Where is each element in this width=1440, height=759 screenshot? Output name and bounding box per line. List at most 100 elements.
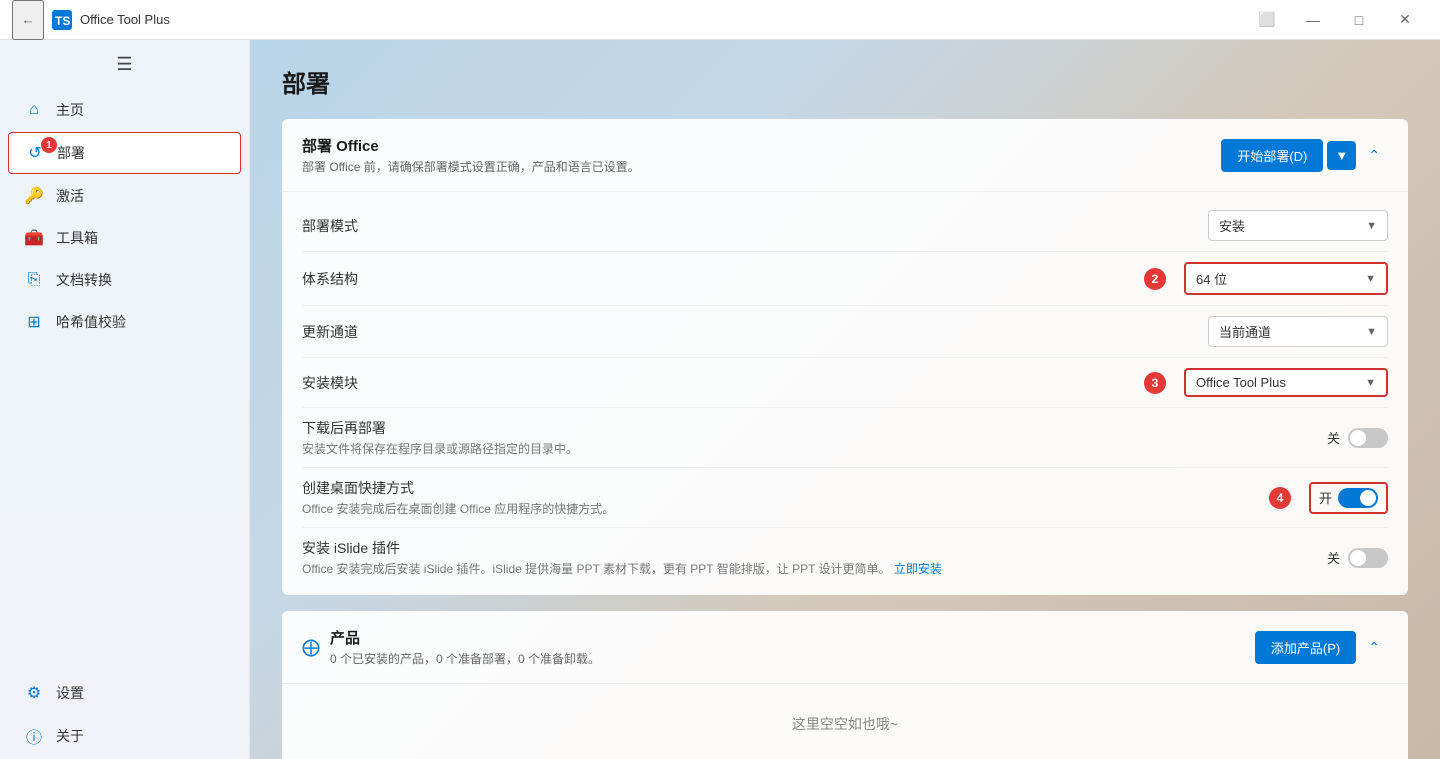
deploy-mode-dropdown[interactable]: 安装 ▼ [1208,210,1388,241]
start-deploy-button[interactable]: 开始部署(D) [1221,139,1323,172]
window-controls: ⬜ — □ ✕ [1244,0,1428,40]
install-module-box: Office Tool Plus ▼ [1184,368,1388,397]
products-subtitle: 0 个已安装的产品，0 个准备部署，0 个准备卸载。 [330,650,1255,667]
deploy-office-card: 部署 Office 部署 Office 前，请确保部署模式设置正确，产品和语言已… [282,119,1408,595]
deploy-office-header: 部署 Office 部署 Office 前，请确保部署模式设置正确，产品和语言已… [282,119,1408,192]
islide-toggle-wrap: 关 [1327,548,1388,568]
deploy-mode-arrow: ▼ [1366,220,1377,232]
islide-install-link[interactable]: 立即安装 [894,562,942,576]
start-deploy-dropdown-button[interactable]: ▼ [1327,141,1356,170]
titlebar: ← TS Office Tool Plus ⬜ — □ ✕ [0,0,1440,40]
back-icon: ← [21,12,34,27]
download-redeploy-label: 下载后再部署 安装文件将保存在程序目录或源路径指定的目录中。 [302,418,1327,457]
setting-row-create-shortcut: 创建桌面快捷方式 Office 安装完成后在桌面创建 Office 应用程序的快… [302,468,1388,528]
architecture-box: 64 位 ▼ [1184,262,1388,295]
deploy-card-collapse-button[interactable]: ⌃ [1360,143,1388,168]
sidebar-item-activate-label: 激活 [56,186,84,206]
page-title: 部署 [282,64,1408,99]
products-empty-text: 这里空空如也哦~ [792,716,898,732]
products-card: ⨁ 产品 0 个已安装的产品，0 个准备部署，0 个准备卸载。 添加产品(P) … [282,611,1408,759]
update-channel-label: 更新通道 [302,322,1208,342]
sidebar-item-tools-label: 工具箱 [56,228,98,248]
create-shortcut-label: 创建桌面快捷方式 Office 安装完成后在桌面创建 Office 应用程序的快… [302,478,1269,517]
install-module-arrow: ▼ [1365,377,1376,389]
sidebar: ☰ ⌂ 主页 ↺ 部署 1 🔑 激活 🧰 工具箱 ⎘ 文档转换 [0,40,250,759]
deploy-office-title: 部署 Office [302,135,1221,156]
activate-icon: 🔑 [24,186,44,206]
main-content: 部署 部署 Office 部署 Office 前，请确保部署模式设置正确，产品和… [250,40,1440,759]
deploy-mode-control: 安装 ▼ [1208,210,1388,241]
close-button[interactable]: ✕ [1382,0,1428,40]
products-card-collapse-button[interactable]: ⌃ [1360,635,1388,660]
architecture-badge: 2 [1144,268,1166,290]
islide-toggle[interactable] [1348,548,1388,568]
sidebar-item-tools[interactable]: 🧰 工具箱 [8,218,241,258]
home-icon: ⌂ [24,101,44,119]
download-redeploy-control: 关 [1327,428,1388,448]
sidebar-content: ☰ ⌂ 主页 ↺ 部署 1 🔑 激活 🧰 工具箱 ⎘ 文档转换 [0,40,249,759]
sidebar-item-settings[interactable]: ⚙ 设置 [8,673,241,713]
app-icon: TS [52,10,72,30]
svg-text:TS: TS [55,14,70,28]
sidebar-item-home-label: 主页 [56,100,84,120]
install-module-label: 安装模块 [302,373,1144,393]
sidebar-item-hash[interactable]: ⊞ 哈希值校验 [8,302,241,342]
islide-label: 安装 iSlide 插件 Office 安装完成后安装 iSlide 插件。iS… [302,538,1327,577]
install-module-value: Office Tool Plus [1196,375,1286,390]
products-empty: 这里空空如也哦~ [282,683,1408,759]
update-channel-control: 当前通道 ▼ [1208,316,1388,347]
setting-row-architecture: 体系结构 2 64 位 ▼ [302,252,1388,306]
create-shortcut-thumb [1360,490,1376,506]
update-channel-value: 当前通道 [1219,322,1271,341]
sidebar-item-settings-label: 设置 [56,683,84,703]
tools-icon: 🧰 [24,228,44,248]
download-redeploy-toggle-wrap: 关 [1327,428,1388,448]
install-module-dropdown[interactable]: Office Tool Plus ▼ [1186,370,1386,395]
sidebar-item-about[interactable]: ⓘ 关于 [8,714,241,758]
sidebar-item-hash-label: 哈希值校验 [56,312,126,332]
islide-thumb [1350,550,1366,566]
minimize-button[interactable]: — [1290,0,1336,40]
deploy-office-header-text: 部署 Office 部署 Office 前，请确保部署模式设置正确，产品和语言已… [302,135,1221,175]
architecture-control: 2 64 位 ▼ [1144,262,1388,295]
main-area: 部署 部署 Office 部署 Office 前，请确保部署模式设置正确，产品和… [250,40,1440,759]
create-shortcut-toggle[interactable] [1338,488,1378,508]
architecture-dropdown[interactable]: 64 位 ▼ [1186,264,1386,293]
about-icon: ⓘ [24,724,44,748]
back-button[interactable]: ← [12,0,44,40]
sidebar-bottom: ⚙ 设置 ⓘ 关于 [0,672,249,759]
download-redeploy-toggle[interactable] [1348,428,1388,448]
hash-icon: ⊞ [24,312,44,332]
maximize-button[interactable]: □ [1336,0,1382,40]
deploy-mode-value: 安装 [1219,216,1245,235]
sidebar-item-home[interactable]: ⌂ 主页 [8,90,241,130]
architecture-arrow: ▼ [1365,273,1376,285]
sidebar-item-activate[interactable]: 🔑 激活 [8,176,241,216]
sidebar-item-deploy-label: 部署 [57,143,85,163]
app-body: ☰ ⌂ 主页 ↺ 部署 1 🔑 激活 🧰 工具箱 ⎘ 文档转换 [0,40,1440,759]
restore-button[interactable]: ⬜ [1244,0,1290,40]
products-header: ⨁ 产品 0 个已安装的产品，0 个准备部署，0 个准备卸载。 添加产品(P) … [282,611,1408,683]
install-module-control: 3 Office Tool Plus ▼ [1144,368,1388,397]
setting-row-install-module: 安装模块 3 Office Tool Plus ▼ [302,358,1388,408]
sidebar-item-deploy[interactable]: ↺ 部署 1 [8,132,241,174]
update-channel-arrow: ▼ [1366,326,1377,338]
add-product-button[interactable]: 添加产品(P) [1255,631,1356,664]
architecture-label: 体系结构 [302,269,1144,289]
settings-icon: ⚙ [24,683,44,703]
deploy-office-subtitle: 部署 Office 前，请确保部署模式设置正确，产品和语言已设置。 [302,158,1221,175]
products-actions: 添加产品(P) ⌃ [1255,631,1388,664]
deploy-mode-label: 部署模式 [302,216,1208,236]
download-redeploy-thumb [1350,430,1366,446]
menu-toggle-button[interactable]: ☰ [0,40,249,89]
sidebar-item-convert[interactable]: ⎘ 文档转换 [8,260,241,300]
update-channel-dropdown[interactable]: 当前通道 ▼ [1208,316,1388,347]
sidebar-item-about-label: 关于 [56,726,84,746]
products-title: 产品 [330,627,1255,648]
install-module-badge: 3 [1144,372,1166,394]
create-shortcut-box: 开 [1309,482,1388,514]
create-shortcut-control: 4 开 [1269,482,1388,514]
deploy-settings-body: 部署模式 安装 ▼ 体系结构 [282,192,1408,595]
create-shortcut-badge: 4 [1269,487,1291,509]
setting-row-deploy-mode: 部署模式 安装 ▼ [302,200,1388,252]
